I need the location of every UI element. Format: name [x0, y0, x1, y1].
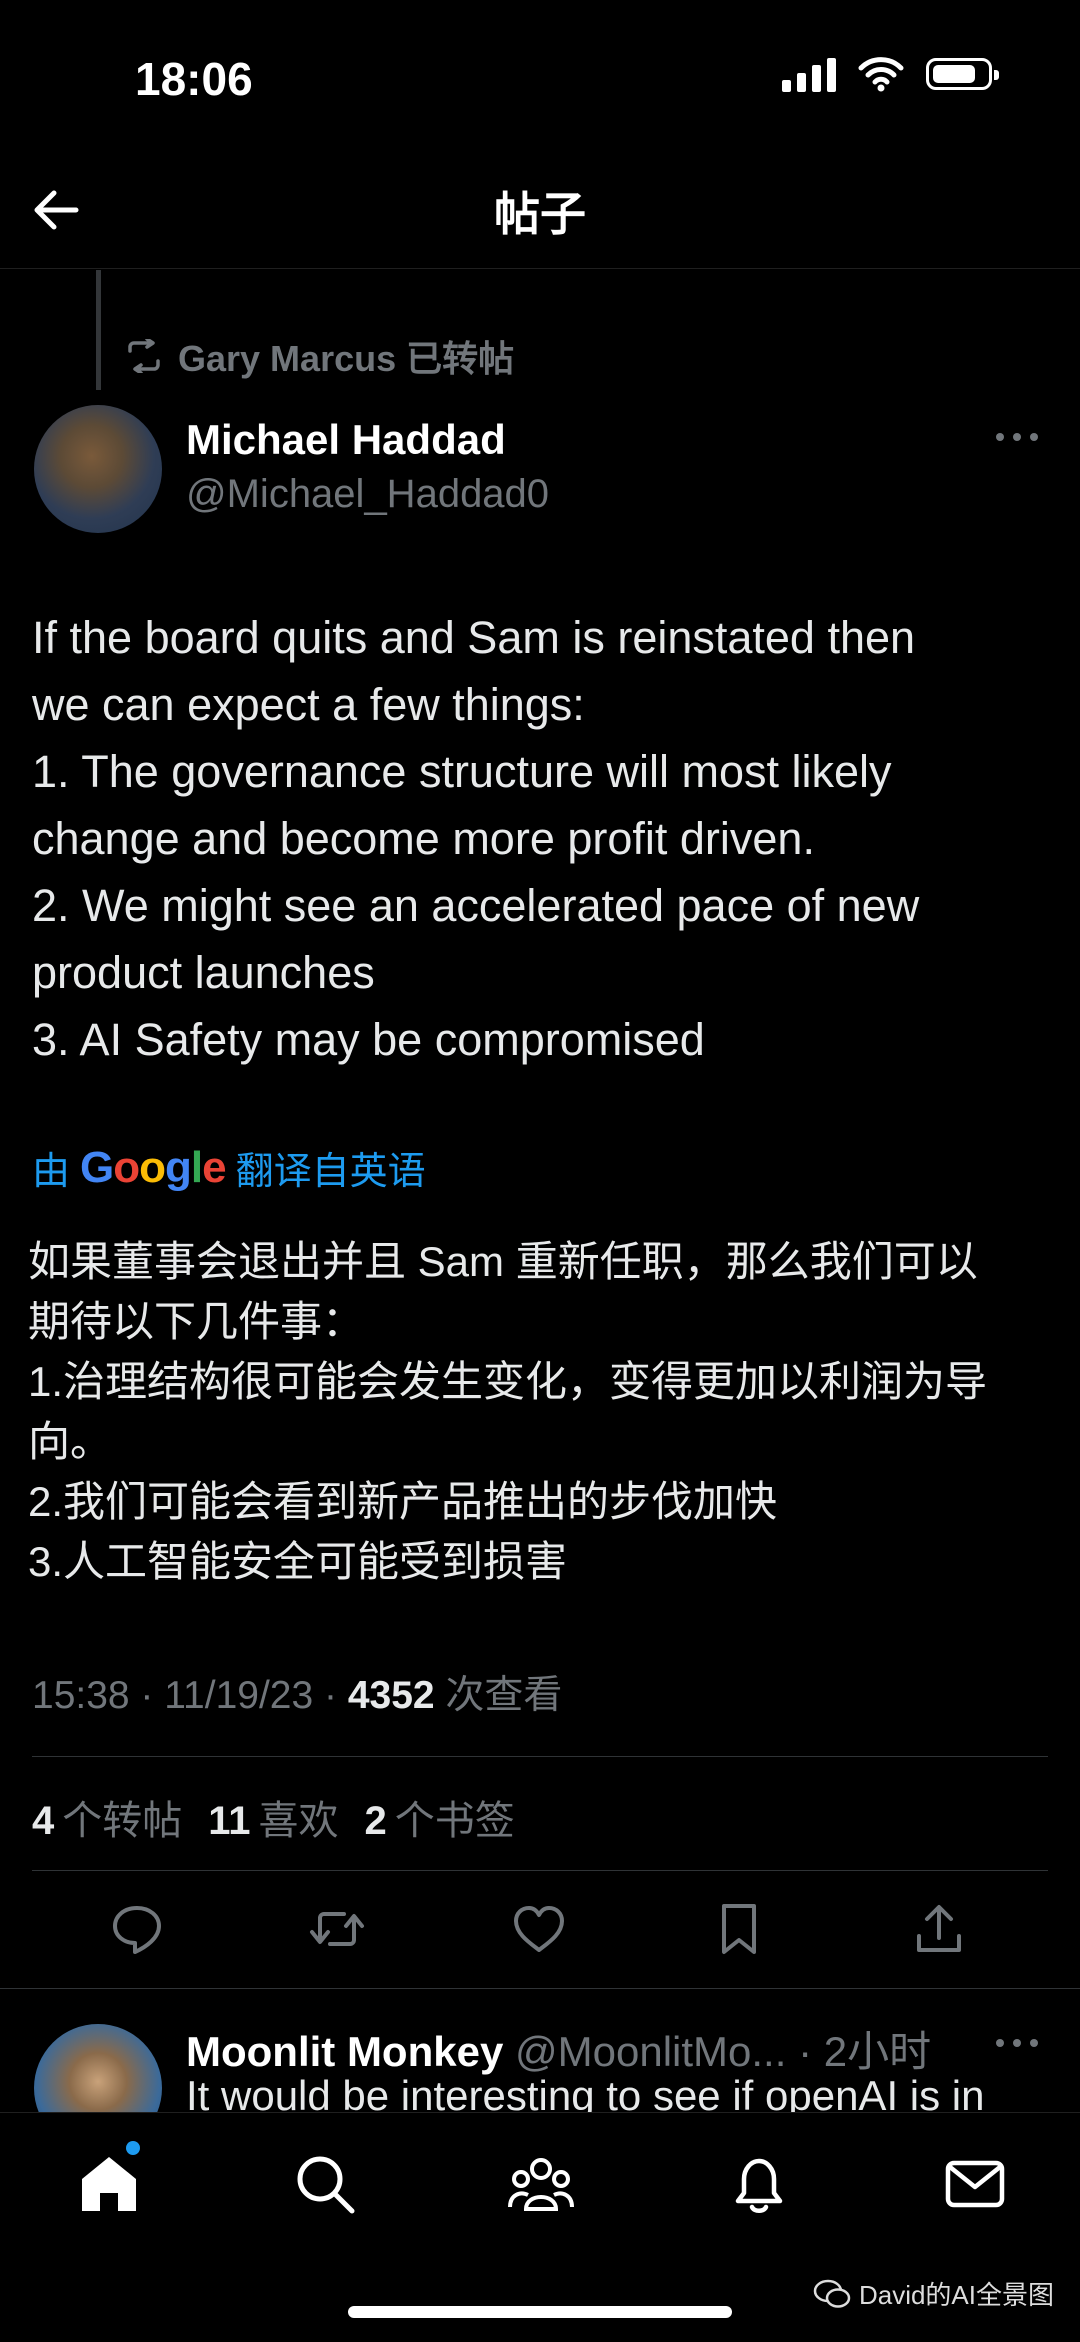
tweet-line: 2. We might see an accelerated pace of n…: [32, 880, 920, 931]
notification-dot: [126, 2141, 140, 2155]
action-bar: [0, 1900, 1080, 1962]
messages-mail-icon[interactable]: [940, 2149, 1010, 2219]
reply-author-name[interactable]: Moonlit Monkey: [186, 2028, 503, 2075]
translation-label[interactable]: 由 Google 翻译自英语: [32, 1140, 426, 1195]
status-bar: 18:06: [0, 0, 1080, 150]
bookmark-icon[interactable]: [710, 1900, 768, 1958]
google-logo: Google: [80, 1142, 227, 1192]
tweet-line: 1. The governance structure will most li…: [32, 746, 892, 797]
tweet-meta: 15:38 · 11/19/23 · 4352 次查看: [32, 1664, 562, 1720]
tweet-line: 3. AI Safety may be compromised: [32, 1014, 705, 1065]
translated-line: 如果董事会退出并且 Sam 重新任职，那么我们可以: [28, 1238, 978, 1285]
reply-author-handle[interactable]: @MoonlitMo...: [503, 2028, 786, 2075]
watermark: David的AI全景图: [813, 2275, 1054, 2312]
author-name[interactable]: Michael Haddad: [186, 416, 506, 464]
retweet-icon[interactable]: [308, 1900, 366, 1958]
share-icon[interactable]: [910, 1900, 968, 1958]
reply-time: · 2小时: [798, 2028, 932, 2075]
divider: [0, 1988, 1080, 1989]
divider: [32, 1870, 1048, 1871]
view-count: 4352: [347, 1674, 435, 1717]
search-icon[interactable]: [290, 2149, 360, 2219]
signal-icon: [782, 56, 836, 92]
reply-icon[interactable]: [108, 1900, 166, 1958]
translated-line: 向。: [28, 1418, 113, 1465]
translated-line: 期待以下几件事：: [28, 1298, 365, 1345]
communities-icon[interactable]: [506, 2149, 576, 2219]
divider: [32, 1756, 1048, 1757]
tweet-line: product launches: [32, 947, 375, 998]
tweet-timestamp: 15:38 · 11/19/23 ·: [32, 1674, 348, 1717]
repost-icon: [128, 339, 160, 373]
notifications-bell-icon[interactable]: [724, 2149, 794, 2219]
reposts-stat[interactable]: 4 个转帖: [32, 1788, 182, 1846]
watermark-text: David的AI全景图: [858, 2280, 1054, 2310]
status-time: 18:06: [135, 53, 253, 105]
repost-label: Gary Marcus 已转帖: [178, 338, 515, 379]
tweet-line: we can expect a few things:: [32, 679, 585, 730]
tweet-body: If the board quits and Sam is reinstated…: [32, 604, 1048, 1073]
translated-line: 1.治理结构很可能会发生变化，变得更加以利润为导: [28, 1358, 988, 1405]
author-handle[interactable]: @Michael_Haddad0: [186, 472, 549, 517]
wechat-icon: [813, 2279, 851, 2308]
translation-suffix: 翻译自英语: [235, 1151, 426, 1193]
translated-body: 如果董事会退出并且 Sam 重新任职，那么我们可以 期待以下几件事： 1.治理结…: [28, 1232, 1048, 1592]
page-title: 帖子: [494, 188, 586, 240]
home-indicator[interactable]: [348, 2306, 732, 2318]
engagement-stats: 4 个转帖 11 喜欢 2 个书签: [32, 1788, 515, 1846]
translation-prefix: 由: [32, 1151, 71, 1193]
reply-more-options-icon[interactable]: [992, 2028, 1042, 2058]
like-heart-icon[interactable]: [510, 1900, 568, 1958]
translated-line: 3.人工智能安全可能受到损害: [28, 1538, 568, 1585]
top-nav: 帖子: [0, 150, 1080, 269]
wifi-icon: [858, 57, 904, 92]
tweet-line: change and become more profit driven.: [32, 813, 815, 864]
more-options-icon[interactable]: [992, 422, 1042, 452]
reply-header: Moonlit Monkey @MoonlitMo... · 2小时: [186, 2018, 1006, 2079]
tweet-line: If the board quits and Sam is reinstated…: [32, 612, 916, 663]
home-icon[interactable]: [74, 2149, 144, 2219]
battery-icon: [926, 58, 999, 90]
view-label: 次查看: [434, 1674, 563, 1717]
thread-connector: [96, 270, 101, 390]
likes-stat[interactable]: 11 喜欢: [208, 1788, 338, 1846]
translated-line: 2.我们可能会看到新产品推出的步伐加快: [28, 1478, 778, 1525]
status-icons: [782, 56, 999, 92]
bookmarks-stat[interactable]: 2 个书签: [365, 1788, 515, 1846]
author-avatar[interactable]: [34, 405, 162, 533]
repost-indicator[interactable]: Gary Marcus 已转帖: [124, 330, 514, 382]
